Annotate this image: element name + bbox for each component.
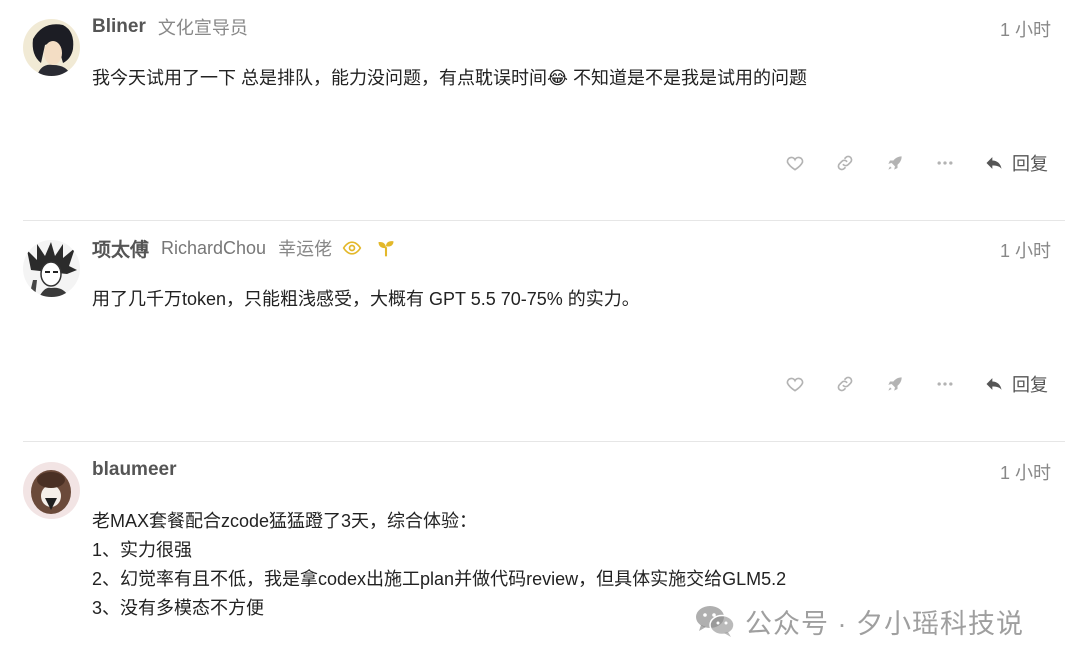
more-button[interactable] (934, 152, 956, 174)
copy-link-button[interactable] (834, 373, 856, 395)
watermark: 公众号 · 夕小瑶科技说 (695, 602, 1024, 640)
post-time[interactable]: 1 小时 (1000, 16, 1051, 42)
character-avatar (23, 462, 80, 519)
watermark-text: 公众号 · 夕小瑶科技说 (745, 608, 1024, 639)
post-actions: 回复 (784, 150, 1048, 176)
username[interactable]: Bliner (92, 16, 146, 38)
boost-button[interactable] (884, 373, 906, 395)
username[interactable]: 项太傅 (92, 235, 149, 262)
avatar[interactable] (23, 462, 80, 519)
boost-button[interactable] (884, 152, 906, 174)
post-line: 用了几千万token，只能粗浅感受，大概有 GPT 5.5 70-75% 的实力… (92, 289, 640, 309)
eye-icon (342, 238, 362, 258)
post-body: 我今天试用了一下 总是排队，能力没问题，有点耽误时间😂 不知道是不是我是试用的问… (92, 64, 807, 93)
manga-character-avatar (23, 240, 80, 297)
user-title: 文化宣导员 (157, 18, 248, 38)
reply-label: 回复 (1012, 154, 1048, 174)
reply-icon (986, 157, 1002, 169)
post-divider (23, 220, 1065, 221)
reply-icon (986, 378, 1002, 390)
reply-button[interactable]: 回复 (984, 150, 1048, 176)
avatar[interactable] (23, 240, 80, 297)
reply-button[interactable]: 回复 (984, 371, 1048, 397)
user-title: 幸运佬 (278, 239, 333, 259)
like-button[interactable] (784, 373, 806, 395)
post-line: 老MAX套餐配合zcode猛猛蹬了3天，综合体验： (92, 511, 478, 531)
wechat-icon (696, 606, 735, 637)
ellipsis-icon (937, 382, 953, 386)
more-button[interactable] (934, 373, 956, 395)
sprout-icon (376, 238, 396, 258)
avatar[interactable] (23, 19, 80, 76)
ellipsis-icon (937, 161, 953, 165)
link-icon (837, 376, 853, 392)
post-line: 1、实力很强 (92, 540, 193, 560)
post-time[interactable]: 1 小时 (1000, 459, 1051, 485)
anime-character-avatar (23, 19, 80, 76)
post-line: 我今天试用了一下 总是排队，能力没问题，有点耽误时间😂 不知道是不是我是试用的问… (92, 68, 808, 88)
reply-label: 回复 (1012, 375, 1048, 395)
post-time[interactable]: 1 小时 (1000, 237, 1051, 263)
like-button[interactable] (784, 152, 806, 174)
post-actions: 回复 (784, 371, 1048, 397)
heart-icon (786, 156, 804, 171)
post-line: 2、幻觉率有且不低，我是拿codex出施工plan并做代码review，但具体实… (92, 569, 787, 589)
copy-link-button[interactable] (834, 152, 856, 174)
post-divider (23, 441, 1065, 442)
post-body: 老MAX套餐配合zcode猛猛蹬了3天，综合体验： 1、实力很强 2、幻觉率有且… (92, 507, 786, 623)
link-icon (837, 155, 853, 171)
post-line: 3、没有多模态不方便 (92, 598, 265, 618)
post-body: 用了几千万token，只能粗浅感受，大概有 GPT 5.5 70-75% 的实力… (92, 285, 640, 314)
rocket-icon (888, 377, 902, 391)
username[interactable]: blaumeer (92, 459, 176, 481)
rocket-icon (888, 156, 902, 170)
full-name: RichardChou (161, 237, 267, 258)
heart-icon (786, 377, 804, 392)
